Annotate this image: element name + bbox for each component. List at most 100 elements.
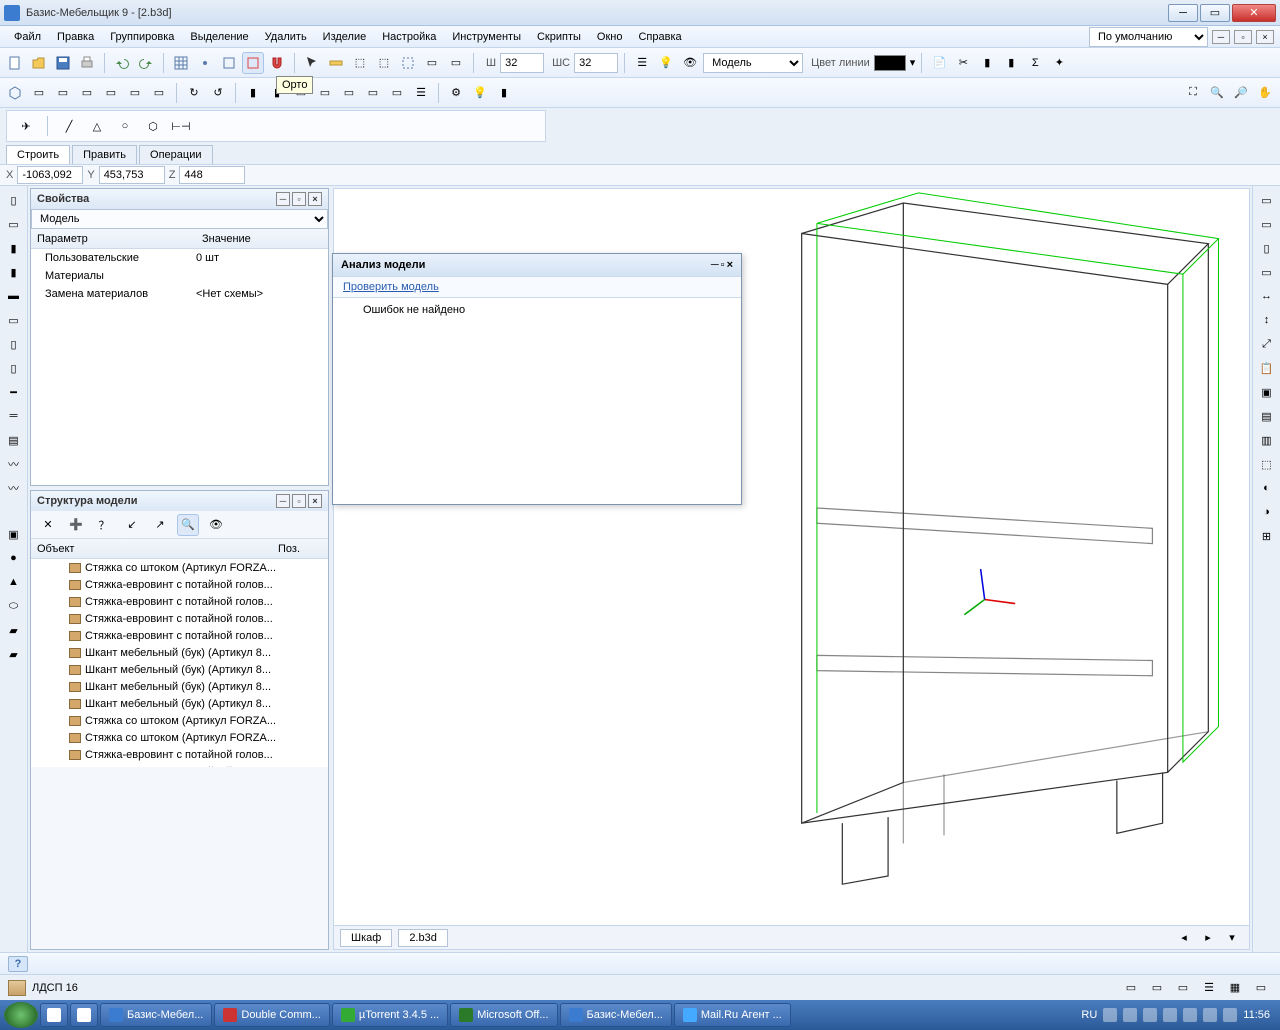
panel-icon[interactable]: ▮ — [242, 82, 264, 104]
cursor-button[interactable] — [301, 52, 323, 74]
light-icon[interactable]: 💡 — [469, 82, 491, 104]
language-indicator[interactable]: RU — [1081, 1009, 1097, 1021]
material-icon[interactable]: ▮ — [493, 82, 515, 104]
tab-prev-button[interactable]: ◂ — [1173, 927, 1195, 949]
circle-tool-button[interactable]: ○ — [114, 115, 136, 137]
view-iso-button[interactable] — [4, 82, 26, 104]
panel-icon[interactable]: ☰ — [410, 82, 432, 104]
doc-icon[interactable]: 📄 — [928, 52, 950, 74]
doc-tab[interactable]: Шкаф — [340, 929, 392, 947]
dropdown-icon[interactable]: ▾ — [910, 56, 916, 69]
property-row[interactable]: Замена материалов<Нет схемы> — [31, 285, 328, 303]
panel-close-button[interactable]: × — [308, 494, 322, 508]
profile-select[interactable]: По умолчанию — [1089, 27, 1208, 47]
tools-icon[interactable]: ✕ — [37, 514, 59, 536]
magnet-button[interactable] — [266, 52, 288, 74]
shape-icon[interactable]: ▰ — [4, 620, 24, 640]
shape-icon[interactable]: ▰ — [4, 644, 24, 664]
new-button[interactable] — [4, 52, 26, 74]
panel-icon[interactable]: ▯ — [4, 358, 24, 378]
status-icon[interactable]: ▭ — [1120, 977, 1142, 999]
sum-button[interactable]: Σ — [1024, 52, 1046, 74]
tab-menu-button[interactable]: ▾ — [1221, 927, 1243, 949]
add-icon[interactable]: ➕ — [65, 514, 87, 536]
cut-button[interactable]: ✂ — [952, 52, 974, 74]
dimension-tool-button[interactable]: ⊢⊣ — [170, 115, 192, 137]
start-button[interactable] — [4, 1002, 38, 1028]
mdi-minimize-button[interactable]: ─ — [1212, 30, 1230, 44]
line-color-swatch[interactable] — [874, 55, 906, 71]
maximize-button[interactable]: ▭ — [1200, 4, 1230, 22]
save-button[interactable] — [52, 52, 74, 74]
tree-item[interactable]: Стяжка-евровинт с потайной голов... — [31, 627, 328, 644]
panel-icon[interactable]: ▬ — [4, 286, 24, 306]
profile-icon[interactable]: 〰 — [4, 454, 24, 474]
panel-icon[interactable]: ▭ — [362, 82, 384, 104]
menu-help[interactable]: Справка — [630, 28, 689, 46]
structure-tree[interactable]: Стяжка со штоком (Артикул FORZA... Стяжка… — [31, 559, 328, 767]
panel-icon[interactable]: ▭ — [314, 82, 336, 104]
profile-icon[interactable]: 〰 — [4, 478, 24, 498]
menu-scripts[interactable]: Скрипты — [529, 28, 589, 46]
tool-icon[interactable]: ▮ — [1000, 52, 1022, 74]
layer-icon[interactable]: ☰ — [631, 52, 653, 74]
x-input[interactable] — [17, 166, 83, 184]
panel-icon[interactable]: ▭ — [4, 310, 24, 330]
tab-build[interactable]: Строить — [6, 145, 70, 164]
draw-tool-icon[interactable]: ✈ — [15, 115, 37, 137]
menu-tools[interactable]: Инструменты — [444, 28, 529, 46]
line-tool-button[interactable]: ╱ — [58, 115, 80, 137]
panel-icon[interactable]: ▮ — [4, 238, 24, 258]
tab-edit[interactable]: Править — [72, 145, 137, 164]
tool-icon[interactable]: ↕ — [1257, 310, 1277, 330]
tree-item[interactable]: Стяжка со штоком (Артикул FORZA... — [31, 729, 328, 746]
settings-icon[interactable]: ⚙ — [445, 82, 467, 104]
status-icon[interactable]: ▭ — [1172, 977, 1194, 999]
width-step-input[interactable] — [574, 53, 618, 73]
panel-icon[interactable]: ▯ — [4, 334, 24, 354]
tool-icon[interactable]: ⤢ — [1257, 334, 1277, 354]
pan-button[interactable]: ✋ — [1254, 82, 1276, 104]
tool-icon[interactable]: ▭ — [1257, 190, 1277, 210]
clock[interactable]: 11:56 — [1243, 1009, 1270, 1021]
tray-icon[interactable] — [1123, 1008, 1137, 1022]
tool-icon[interactable]: ⬚ — [1257, 454, 1277, 474]
taskbar-item[interactable]: Microsoft Off... — [450, 1003, 557, 1027]
taskbar-item[interactable]: µTorrent 3.4.5 ... — [332, 1003, 448, 1027]
select-rect-button[interactable] — [397, 52, 419, 74]
menu-product[interactable]: Изделие — [315, 28, 375, 46]
help-icon[interactable]: ？ — [93, 514, 115, 536]
tool-icon[interactable]: ◑ — [1257, 502, 1277, 522]
panel-minimize-button[interactable]: ─ — [276, 494, 290, 508]
properties-object-select[interactable]: Модель — [31, 209, 328, 229]
close-button[interactable]: ✕ — [1232, 4, 1276, 22]
panel-vert-icon[interactable]: ▯ — [4, 190, 24, 210]
mdi-restore-button[interactable]: ▫ — [1234, 30, 1252, 44]
tree-item[interactable]: Стяжка-евровинт с потайной голов... — [31, 593, 328, 610]
taskbar-item[interactable]: Базис-Мебел... — [560, 1003, 672, 1027]
snap-grid-button[interactable] — [170, 52, 192, 74]
tool-icon[interactable]: ▤ — [1257, 406, 1277, 426]
tray-icon[interactable] — [1103, 1008, 1117, 1022]
print-button[interactable] — [76, 52, 98, 74]
tree-item[interactable]: Стяжка-евровинт с потайной голов... — [31, 610, 328, 627]
tool-icon[interactable]: ◐ — [1257, 478, 1277, 498]
tray-icon[interactable] — [1203, 1008, 1217, 1022]
menu-delete[interactable]: Удалить — [257, 28, 315, 46]
eye-icon[interactable]: 👁 — [205, 514, 227, 536]
tray-icon[interactable] — [1223, 1008, 1237, 1022]
tool-icon[interactable]: ▥ — [1257, 430, 1277, 450]
tab-operations[interactable]: Операции — [139, 145, 212, 164]
view-button[interactable]: ▭ — [148, 82, 170, 104]
panel-dock-button[interactable]: ▫ — [292, 192, 306, 206]
tool-icon[interactable]: ↔ — [1257, 286, 1277, 306]
status-icon[interactable]: ▦ — [1224, 977, 1246, 999]
quick-launch-icon[interactable] — [40, 1003, 68, 1027]
check-model-link[interactable]: Проверить модель — [333, 276, 741, 298]
rotate-button[interactable]: ↺ — [207, 82, 229, 104]
z-input[interactable] — [179, 166, 245, 184]
dialog-minimize-button[interactable]: ─ — [711, 259, 719, 271]
collapse-icon[interactable]: ↙ — [121, 514, 143, 536]
display-mode-select[interactable]: Модель — [703, 53, 803, 73]
tree-item[interactable]: Стяжка со штоком (Артикул FORZA... — [31, 559, 328, 576]
